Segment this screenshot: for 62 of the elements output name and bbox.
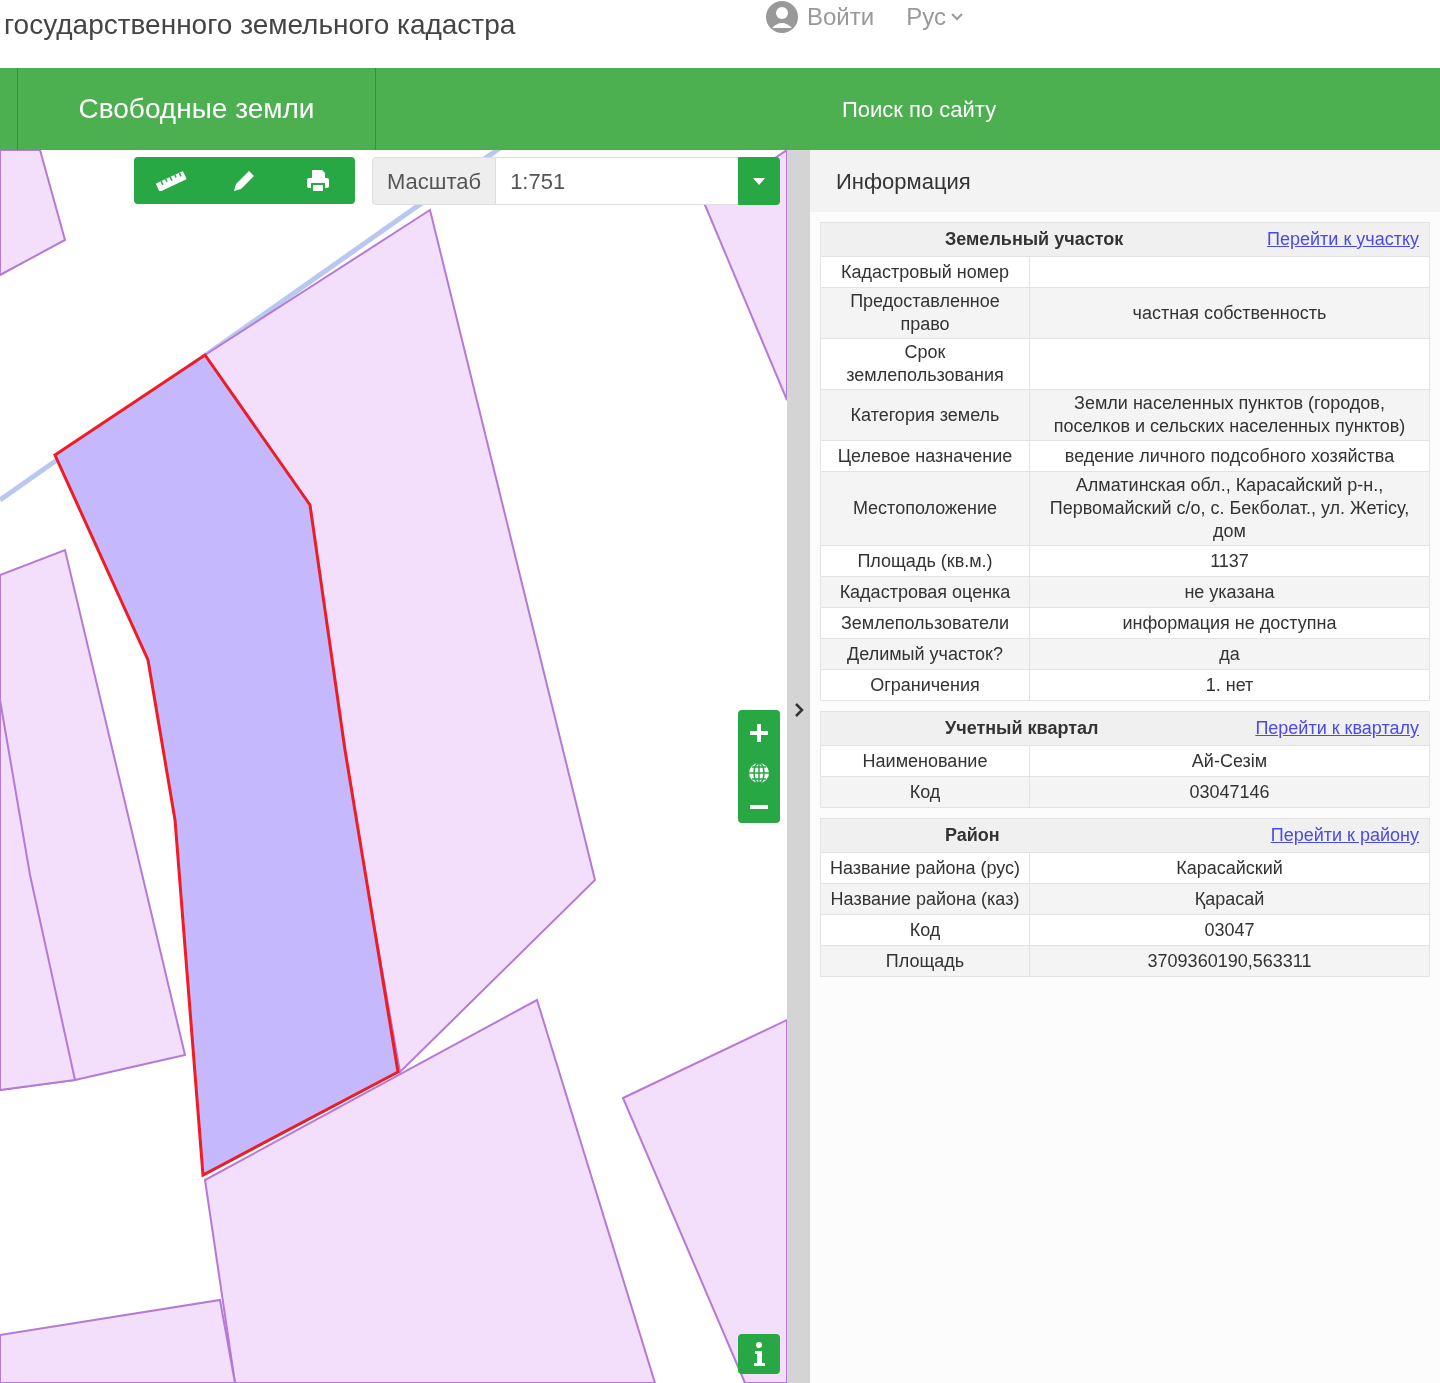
section-title: Район — [945, 824, 1000, 847]
land-parcel[interactable] — [203, 208, 597, 1075]
row-label: Срок землепользования — [845, 341, 1005, 387]
row-label: Местоположение — [852, 497, 998, 520]
scale-dropdown-button[interactable] — [738, 157, 780, 205]
row-label: Предоставленное право — [849, 290, 1001, 336]
row-label: Ограничения — [870, 673, 980, 697]
user-icon — [765, 0, 799, 34]
row-value: частная собственность — [1132, 301, 1327, 325]
row-label: Площадь — [885, 949, 965, 973]
zoom-out-icon[interactable] — [749, 803, 769, 810]
land-parcel[interactable] — [0, 1298, 237, 1383]
row-label: Целевое назначение — [837, 444, 1013, 468]
land-parcel[interactable] — [621, 1018, 787, 1383]
site-subtitle: государственного земельного кадастра — [4, 8, 516, 42]
land-parcel[interactable] — [0, 699, 77, 1092]
row-label: Кадастровый номер — [840, 260, 1010, 284]
section-link[interactable]: Перейти к участку — [1267, 226, 1419, 253]
scale-label: Масштаб — [372, 157, 497, 205]
zoom-in-icon[interactable] — [749, 723, 769, 744]
info-button[interactable] — [738, 1334, 780, 1374]
language-selector[interactable]: Рус — [906, 3, 964, 31]
section-link[interactable]: Перейти к району — [1270, 822, 1419, 849]
section-title: Земельный участок — [945, 228, 1124, 251]
scale-field[interactable]: 1:751 — [496, 157, 738, 205]
section-title: Учетный квартал — [945, 717, 1099, 740]
section-link[interactable]: Перейти к кварталу — [1255, 715, 1419, 742]
row-label: Наименование — [862, 749, 988, 773]
row-value: 1137 — [1210, 549, 1249, 573]
row-value: 03047 — [1204, 918, 1255, 942]
row-value: 1. нет — [1205, 673, 1254, 697]
map[interactable]: Масштаб 1:751 — [0, 150, 787, 1383]
land-parcel[interactable] — [0, 150, 67, 277]
selected-parcel[interactable] — [53, 352, 400, 1178]
globe-icon[interactable] — [747, 761, 771, 786]
row-label: Делимый участок? — [847, 642, 1003, 666]
row-label: Название района (рус) — [829, 856, 1021, 880]
chevron-down-icon — [949, 12, 964, 22]
row-label: Категория земель — [850, 403, 1000, 427]
info-icon — [753, 1341, 765, 1367]
row-value: 03047146 — [1189, 780, 1270, 804]
chevron-right-icon[interactable] — [793, 702, 804, 718]
login-link[interactable]: Войти — [807, 3, 875, 31]
row-value: 3709360190,563311 — [1147, 949, 1312, 973]
row-value: да — [1219, 642, 1240, 666]
row-label: Название района (каз) — [830, 887, 1020, 911]
row-label: Кадастровая оценка — [839, 580, 1011, 604]
row-value: Ай-Сезім — [1191, 749, 1268, 773]
row-value: ведение личного подсобного хозяйства — [1064, 444, 1395, 468]
row-label: Код — [909, 780, 941, 804]
row-label: Площадь (кв.м.) — [857, 549, 993, 573]
row-value: не указана — [1184, 580, 1275, 604]
row-label: Землепользователи — [840, 611, 1010, 635]
row-value: Алматинская обл., Карасайский р-н., Первомайский с/о, с. Бекболат., ул. Жетісу, дом — [1048, 474, 1411, 543]
row-value: Карасайский — [1176, 856, 1283, 880]
row-value: Қарасай — [1194, 887, 1265, 911]
caret-icon — [753, 177, 765, 185]
panel-title: Информация — [836, 167, 971, 196]
row-value: Земли населенных пунктов (городов, поселков и сельских населенных пунктов) — [1052, 392, 1407, 438]
row-label: Код — [909, 918, 941, 942]
row-value: информация не доступна — [1122, 611, 1337, 635]
search-link[interactable]: Поиск по сайту — [842, 92, 997, 126]
